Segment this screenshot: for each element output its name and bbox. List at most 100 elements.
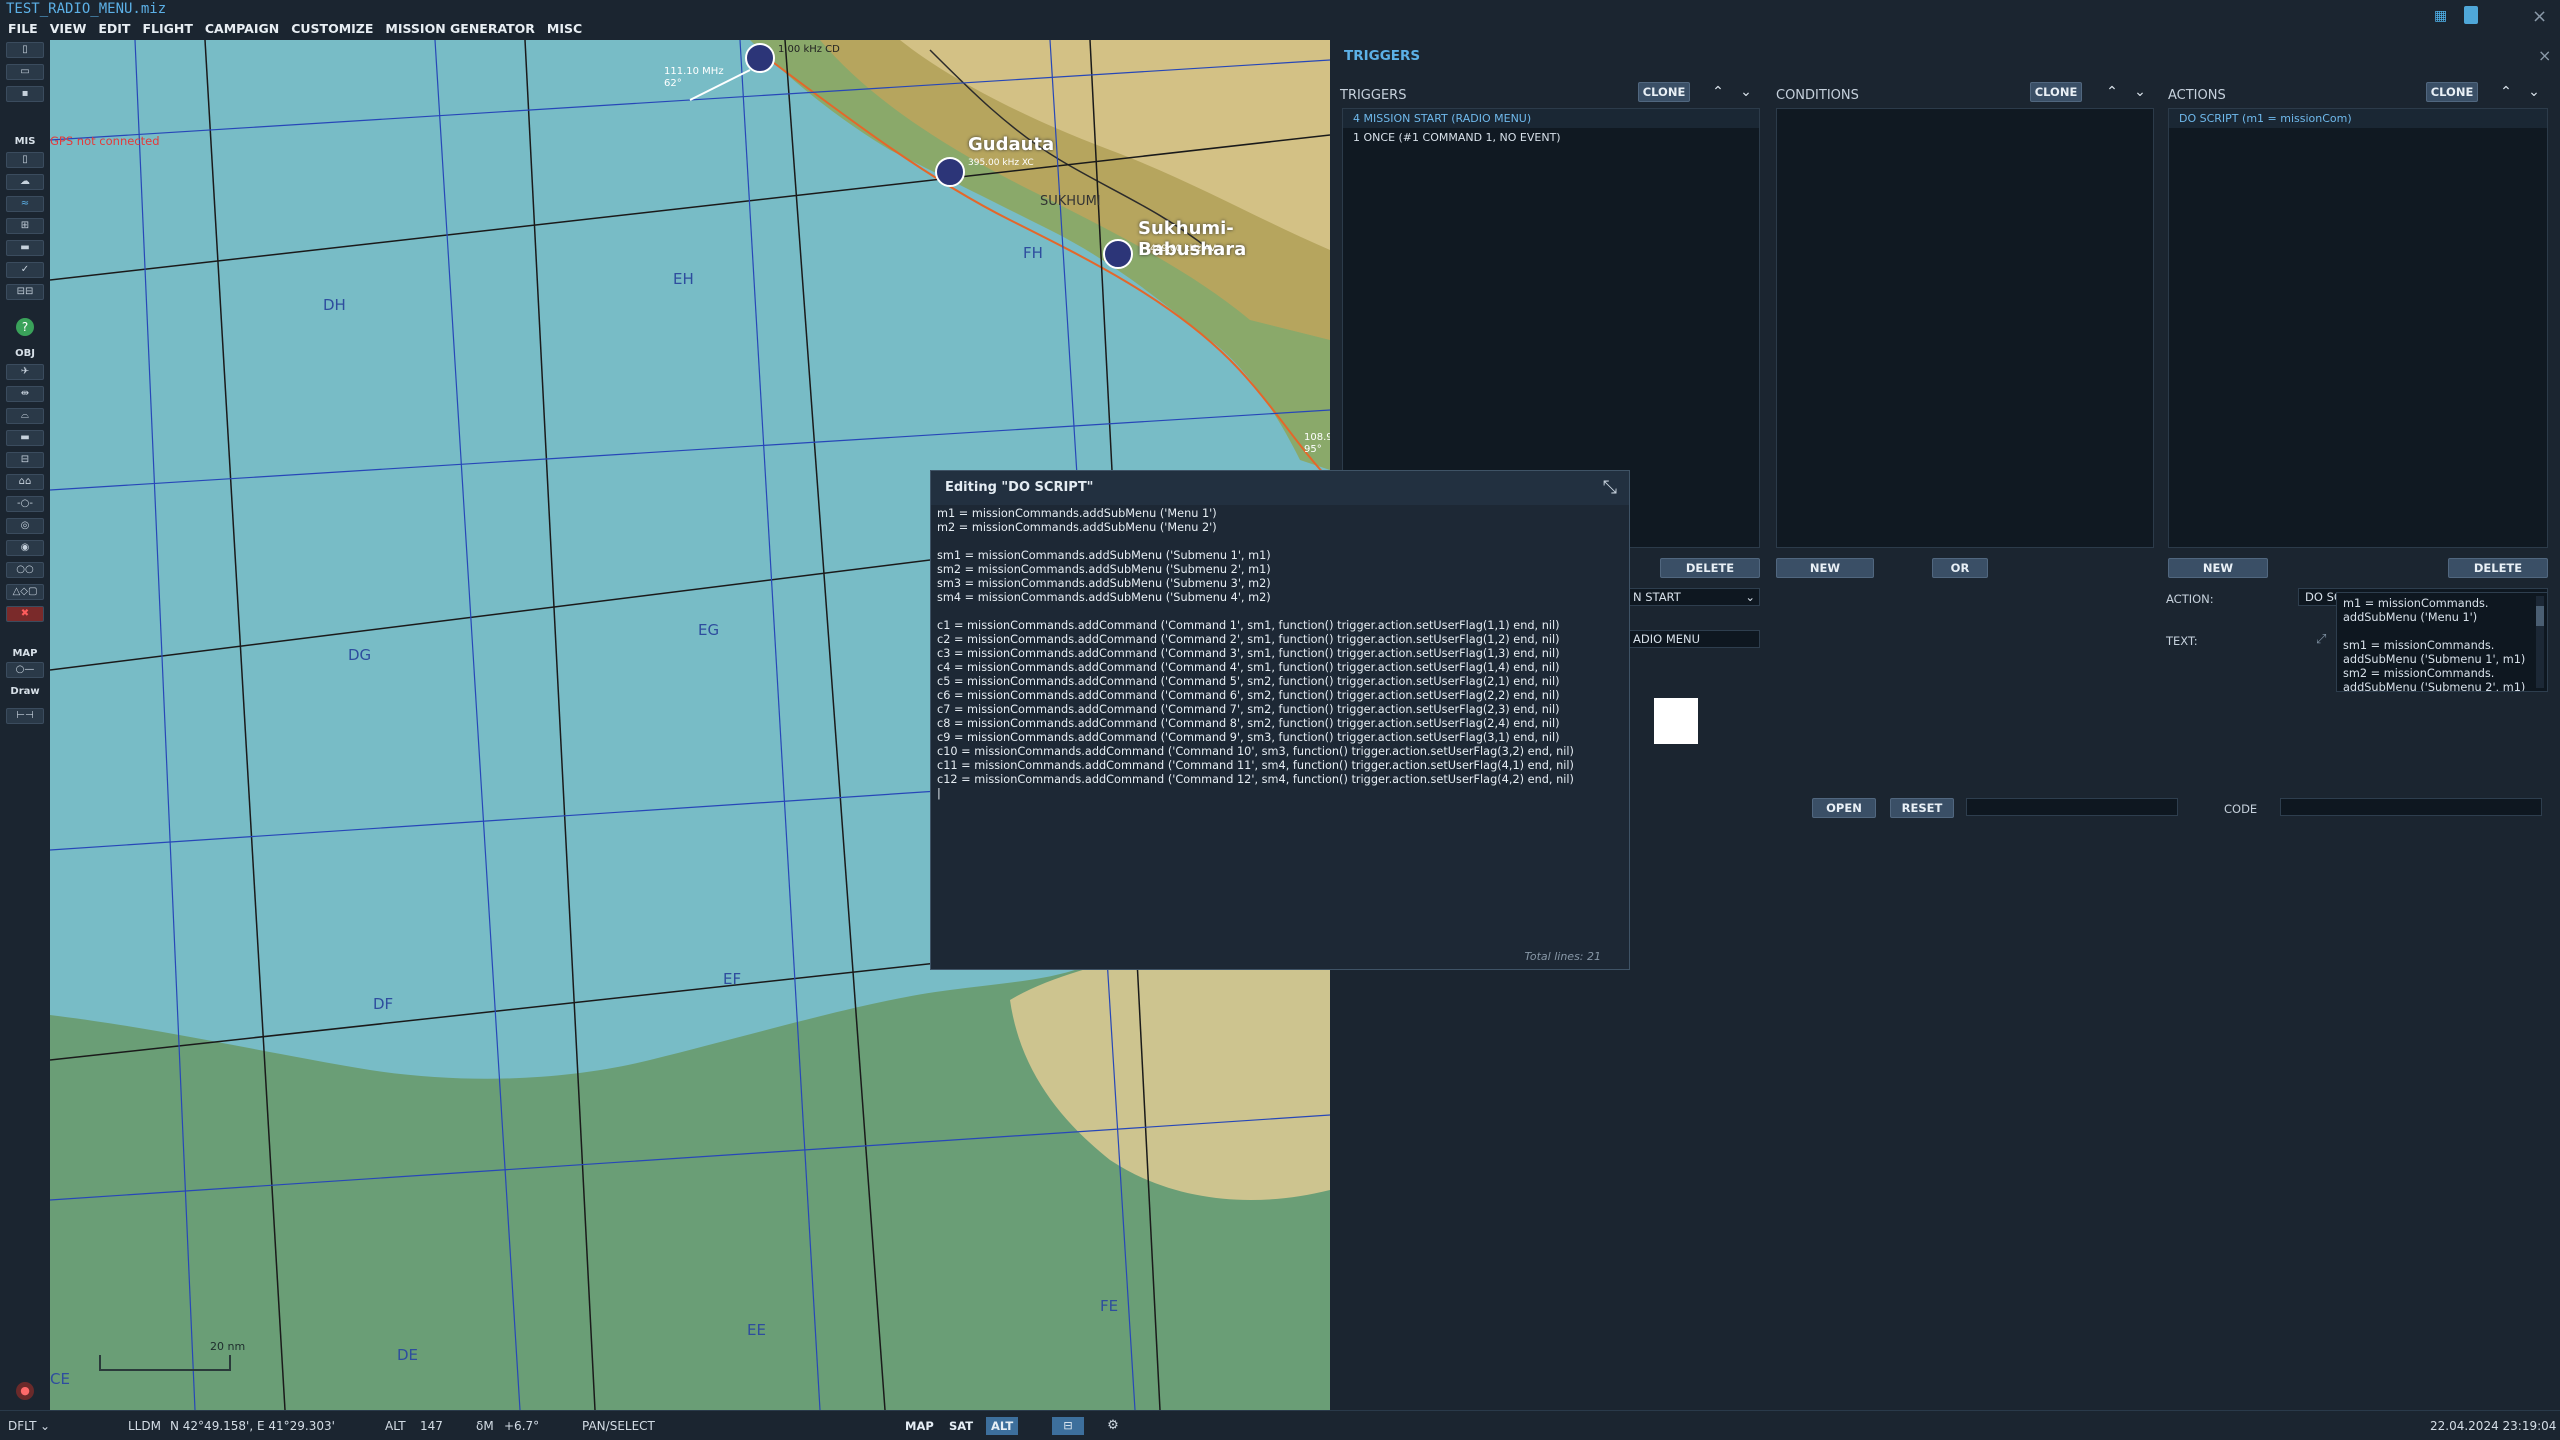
ruler-icon[interactable]: ○— <box>6 662 44 678</box>
dialog-title: Editing "DO SCRIPT" <box>945 480 1094 495</box>
menu-edit[interactable]: EDIT <box>98 20 130 40</box>
new-file-icon[interactable]: ▯ <box>6 42 44 58</box>
settings-icon[interactable]: ⚙ <box>1104 1417 1122 1435</box>
move-down-icon[interactable]: ⌄ <box>2132 84 2148 100</box>
coord-mode[interactable]: LLDM <box>128 1419 161 1433</box>
nav-label: 1.00 kHz CD <box>778 44 840 55</box>
fortification-icon[interactable]: ⌂⌂ <box>6 474 44 490</box>
alt-value: 147 <box>420 1419 443 1433</box>
conditions-clone-button[interactable]: CLONE <box>2030 82 2082 102</box>
trigger-type-select[interactable]: N START ⌄ <box>1626 588 1760 606</box>
plane-icon[interactable]: ✈ <box>6 364 44 380</box>
stop-icon[interactable]: ● <box>16 1382 34 1400</box>
grid-label: CE <box>50 1370 70 1388</box>
script-text-field[interactable]: m1 = missionCommands. addSubMenu ('Menu … <box>2336 592 2548 692</box>
move-down-icon[interactable]: ⌄ <box>1738 84 1754 100</box>
move-up-icon[interactable]: ⌃ <box>2498 84 2514 100</box>
trigger-item[interactable]: 4 MISSION START (RADIO MENU) <box>1343 109 1759 128</box>
ship-icon[interactable]: ⌓ <box>6 408 44 424</box>
menu-file[interactable]: FILE <box>8 20 38 40</box>
triggers-icon[interactable]: ≈ <box>6 196 44 212</box>
grid-label: EH <box>673 270 694 288</box>
script-code-textarea[interactable]: m1 = missionCommands.addSubMenu ('Menu 1… <box>934 507 1626 923</box>
layers-icon[interactable]: ⊟ <box>1052 1417 1084 1435</box>
move-up-icon[interactable]: ⌃ <box>2104 84 2120 100</box>
airfield-name[interactable]: Gudauta <box>968 134 1054 155</box>
dialog-header[interactable]: Editing "DO SCRIPT" ⤡ <box>931 471 1629 505</box>
actions-delete-button[interactable]: DELETE <box>2448 558 2548 578</box>
template-icon[interactable]: ◉ <box>6 540 44 556</box>
triggers-delete-button[interactable]: DELETE <box>1660 558 1760 578</box>
network-icon[interactable]: ▦ <box>2434 8 2447 24</box>
profile-select[interactable]: DFLT <box>8 1419 37 1433</box>
nav-label: 62° <box>664 78 682 89</box>
conditions-new-button[interactable]: NEW <box>1776 558 1874 578</box>
measure-icon[interactable]: ⊢⊣ <box>6 708 44 724</box>
menu-flight[interactable]: FLIGHT <box>142 20 192 40</box>
draw-label[interactable]: Draw <box>0 686 50 697</box>
actions-list[interactable]: DO SCRIPT (m1 = missionCom) <box>2168 108 2548 548</box>
code-field[interactable] <box>2280 798 2542 816</box>
action-label: ACTION: <box>2166 592 2214 606</box>
conditions-list[interactable] <box>1776 108 2154 548</box>
sat-mode-button[interactable]: SAT <box>944 1417 978 1435</box>
expand-icon[interactable]: ⤢ <box>2316 632 2326 647</box>
menu-misc[interactable]: MISC <box>547 20 582 40</box>
target-icon[interactable]: ⊞ <box>6 218 44 234</box>
cursor-coords: N 42°49.158', E 41°29.303' <box>170 1419 335 1433</box>
grid-label: DF <box>373 995 394 1013</box>
briefing-icon[interactable]: ▬ <box>6 240 44 256</box>
alt-mode-button[interactable]: ALT <box>986 1417 1019 1435</box>
weather-icon[interactable]: ☁ <box>6 174 44 190</box>
trigger-name-field[interactable]: ADIO MENU <box>1626 630 1760 648</box>
window-close-icon[interactable]: × <box>2532 6 2547 27</box>
move-down-icon[interactable]: ⌄ <box>2526 84 2542 100</box>
menu-mission-generator[interactable]: MISSION GENERATOR <box>385 20 535 40</box>
action-item[interactable]: DO SCRIPT (m1 = missionCom) <box>2169 109 2547 128</box>
save-file-icon[interactable]: ▪ <box>6 86 44 102</box>
scrollbar[interactable] <box>2536 596 2544 688</box>
status-bar: DFLT ⌄ LLDM N 42°49.158', E 41°29.303' A… <box>0 1410 2560 1440</box>
menu-customize[interactable]: CUSTOMIZE <box>291 20 373 40</box>
static-object-icon[interactable]: ⊟ <box>6 452 44 468</box>
helicopter-icon[interactable]: ⇹ <box>6 386 44 402</box>
grid-label: DH <box>323 296 346 314</box>
mission-icon[interactable]: ▯ <box>6 152 44 168</box>
delete-icon[interactable]: ✖ <box>6 606 44 622</box>
panel-close-icon[interactable]: × <box>2538 46 2551 65</box>
reset-button[interactable]: RESET <box>1890 798 1954 818</box>
menu-campaign[interactable]: CAMPAIGN <box>205 20 279 40</box>
vehicle-icon[interactable]: ▬ <box>6 430 44 446</box>
title-bar: TEST_RADIO_MENU.miz ▦ × <box>0 0 2560 27</box>
waypoint-icon[interactable]: ⊟⊟ <box>6 284 44 300</box>
grid-label: EE <box>747 1321 766 1339</box>
actions-new-button[interactable]: NEW <box>2168 558 2268 578</box>
grid-label: EF <box>723 970 742 988</box>
grid-label: EG <box>698 621 720 639</box>
map-mode-button[interactable]: MAP <box>900 1417 939 1435</box>
actions-clone-button[interactable]: CLONE <box>2426 82 2478 102</box>
open-file-icon[interactable]: ▭ <box>6 64 44 80</box>
color-swatch[interactable] <box>1654 698 1698 744</box>
group-icon[interactable]: ○○ <box>6 562 44 578</box>
conditions-or-button[interactable]: OR <box>1932 558 1988 578</box>
move-up-icon[interactable]: ⌃ <box>1710 84 1726 100</box>
info-icon[interactable] <box>2464 6 2478 24</box>
check-icon[interactable]: ✓ <box>6 262 44 278</box>
trigger-item[interactable]: 1 ONCE (#1 COMMAND 1, NO EVENT) <box>1343 128 1759 147</box>
script-editor-dialog: Editing "DO SCRIPT" ⤡ m1 = missionComman… <box>930 470 1630 970</box>
map-label: MAP <box>12 648 38 659</box>
nav-label: 95° <box>1304 444 1322 455</box>
shapes-icon[interactable]: △◇▢ <box>6 584 44 600</box>
navpoint-icon[interactable]: -○- <box>6 496 44 512</box>
town-label: SUKHUMI <box>1040 194 1101 209</box>
triggers-clone-button[interactable]: CLONE <box>1638 82 1690 102</box>
collapse-icon[interactable]: ⤡ <box>1603 477 1617 498</box>
zone-icon[interactable]: ◎ <box>6 518 44 534</box>
menu-bar: FILE VIEW EDIT FLIGHT CAMPAIGN CUSTOMIZE… <box>0 20 1330 40</box>
help-icon[interactable]: ? <box>16 318 34 336</box>
airfield-freq: 489.00 kHz AV <box>1150 244 1216 254</box>
file-path-field[interactable] <box>1966 798 2178 816</box>
menu-view[interactable]: VIEW <box>50 20 87 40</box>
open-button[interactable]: OPEN <box>1812 798 1876 818</box>
